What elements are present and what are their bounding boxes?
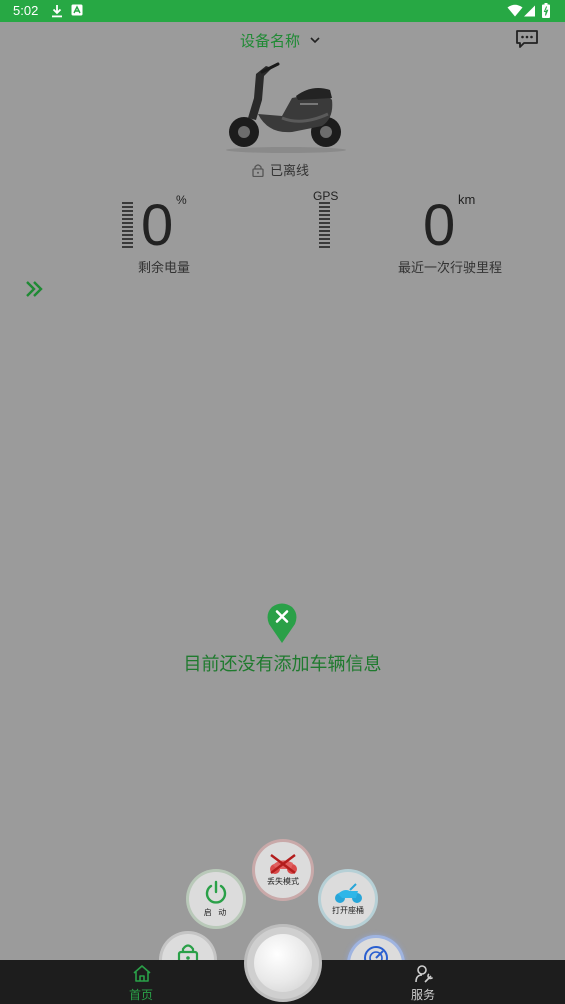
- home-screen: 设备名称 已离线 0 % 剩余电量 GPS 0 km 最近一次行驶里程 目前还没…: [0, 22, 565, 990]
- battery-label: 剩余电量: [138, 261, 191, 276]
- lock-icon: [252, 163, 264, 177]
- keyboard-a-icon: [71, 4, 83, 16]
- battery-icon: [542, 3, 550, 18]
- lost-mode-icon: [270, 854, 297, 874]
- lost-mode-label: 丢失模式: [267, 877, 299, 886]
- empty-state-message: 目前还没有添加车辆信息: [183, 654, 382, 675]
- chevron-down-icon: [310, 37, 320, 44]
- open-seat-label: 打开座桶: [332, 906, 364, 915]
- download-icon: [52, 5, 62, 18]
- open-seat-icon: [335, 883, 362, 903]
- status-bar: 5:02: [0, 0, 565, 22]
- tab-home[interactable]: 首页: [111, 960, 171, 1004]
- battery-value: 0: [141, 193, 174, 258]
- tab-home-label: 首页: [128, 988, 153, 1002]
- home-icon: [133, 965, 151, 982]
- scooter-image: [226, 62, 346, 153]
- start-label: 启 动: [203, 908, 229, 917]
- cell-signal-icon: [524, 5, 535, 17]
- location-pin-icon: [267, 603, 297, 643]
- message-icon[interactable]: [515, 29, 539, 49]
- lost-mode-button[interactable]: 丢失模式: [255, 842, 311, 898]
- quick-menu-knob: [254, 934, 312, 992]
- mileage-unit: km: [458, 192, 476, 207]
- gps-signal-scale: [319, 202, 330, 250]
- status-time: 5:02: [13, 3, 39, 18]
- quick-menu-button[interactable]: [247, 927, 319, 999]
- wifi-icon: [507, 4, 523, 17]
- device-name: 设备名称: [240, 32, 301, 50]
- double-chevron-right-icon[interactable]: [24, 280, 44, 298]
- connection-status-text: 已离线: [270, 164, 310, 179]
- power-icon: [205, 880, 227, 904]
- mileage-label: 最近一次行驶里程: [398, 261, 503, 276]
- tab-service-label: 服务: [410, 988, 435, 1002]
- mileage-value: 0: [423, 193, 456, 258]
- gps-label: GPS: [313, 189, 339, 203]
- connection-status: 已离线: [252, 160, 309, 179]
- open-seat-button[interactable]: 打开座桶: [321, 872, 375, 926]
- tab-service[interactable]: 服务: [393, 960, 453, 1004]
- service-wrench-icon: [415, 965, 434, 983]
- battery-unit: %: [176, 193, 187, 207]
- start-button[interactable]: 启 动: [189, 872, 243, 926]
- device-selector[interactable]: 设备名称: [240, 30, 320, 51]
- battery-level-scale: [122, 202, 133, 250]
